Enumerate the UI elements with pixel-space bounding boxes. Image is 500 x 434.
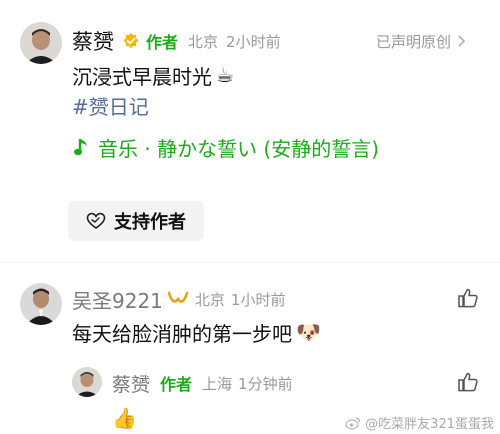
post-text-line1: 沉浸式早晨时光 ☕ — [72, 62, 234, 89]
music-title: 音乐 · 静かな誓い (安静的誓言) — [98, 136, 380, 161]
commenter-avatar[interactable] — [20, 283, 62, 325]
thumbs-up-icon[interactable] — [457, 287, 479, 313]
watermark: @吃菜胖友321蛋蛋我 — [345, 413, 494, 432]
post-header: 蔡赟 作者 北京 2小时前 — [72, 28, 281, 54]
coffee-emoji: ☕ — [216, 63, 234, 87]
post-hashtag[interactable]: #赟日记 — [72, 92, 149, 119]
post-time: 2小时前 — [226, 32, 281, 51]
comment-text-row: 每天给脸消肿的第一步吧 🐶 — [72, 319, 321, 346]
support-author-button[interactable]: 支持作者 — [68, 201, 204, 241]
watermark-text: @吃菜胖友321蛋蛋我 — [365, 417, 494, 432]
reply-author-name[interactable]: 蔡赟 — [112, 370, 150, 397]
reply-thumbs-up-icon[interactable] — [457, 371, 479, 397]
comment-list: 吴圣9221 北京 1小时前 每天给脸消肿的第一步吧 🐶 蔡赟 作者 上海 1分… — [0, 262, 500, 434]
weibo-logo-icon — [345, 416, 361, 430]
comment-text: 每天给脸消肿的第一步吧 — [72, 321, 292, 346]
post-text: 沉浸式早晨时光 — [72, 64, 212, 89]
heart-hands-icon — [86, 212, 106, 230]
originality-link[interactable]: 已声明原创 — [376, 30, 466, 52]
reply-header: 蔡赟 作者 上海 1分钟前 — [112, 370, 293, 397]
reply-author-avatar[interactable] — [72, 367, 102, 397]
comment-time: 1小时前 — [230, 290, 286, 309]
verified-badge-icon — [122, 32, 140, 50]
chevron-right-icon — [457, 34, 466, 48]
doge-emoji: 🐶 — [296, 320, 321, 344]
reply-time: 1分钟前 — [238, 374, 293, 393]
originality-label: 已声明原创 — [376, 32, 452, 51]
support-label: 支持作者 — [114, 212, 186, 233]
reply-emoji: 👍 — [112, 406, 137, 430]
vip-badge-icon — [167, 290, 189, 308]
author-tag: 作者 — [146, 33, 179, 52]
reply-location: 上海 — [202, 374, 233, 393]
music-note-icon — [74, 137, 90, 157]
post-card: 蔡赟 作者 北京 2小时前 已声明原创 沉浸式早晨时光 ☕ #赟日记 音乐 · … — [0, 0, 500, 262]
post-author-name[interactable]: 蔡赟 — [72, 26, 114, 56]
post-location: 北京 — [188, 32, 219, 51]
commenter-name[interactable]: 吴圣9221 — [72, 285, 163, 314]
comment-header: 吴圣9221 北京 1小时前 — [72, 285, 286, 314]
music-link[interactable]: 音乐 · 静かな誓い (安静的誓言) — [74, 134, 380, 161]
comment-location: 北京 — [194, 290, 225, 309]
reply-author-tag: 作者 — [160, 375, 193, 394]
post-author-avatar[interactable] — [20, 22, 62, 64]
